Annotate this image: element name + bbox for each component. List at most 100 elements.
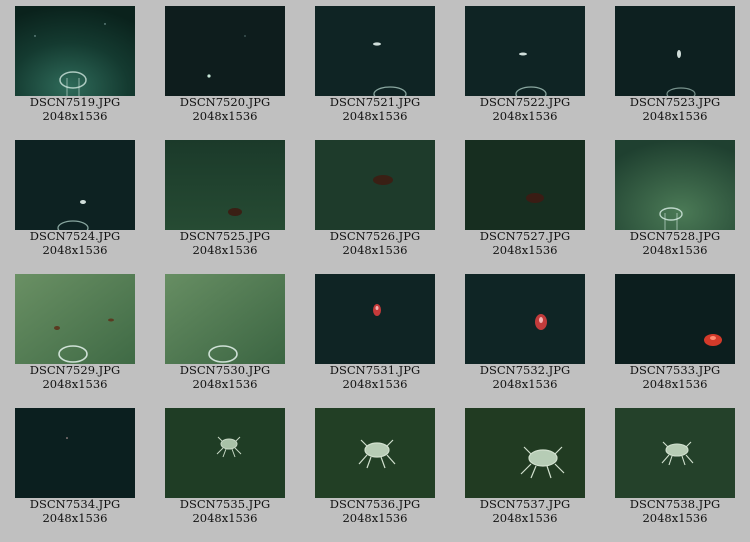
thumbnail-dimensions: 2048x1536 [642,109,708,123]
thumbnail-photo [315,6,435,96]
thumbnail-filename: DSCN7529.JPG [29,363,121,377]
thumbnail-filename: DSCN7537.JPG [479,497,571,511]
thumbnail-photo [465,408,585,498]
thumbnail-dimensions: 2048x1536 [492,377,558,391]
thumbnail-cell-dscn7534[interactable]: DSCN7534.JPG 2048x1536 [0,402,150,526]
thumbnail-filename: DSCN7534.JPG [29,497,121,511]
thumbnail-cell-dscn7524[interactable]: DSCN7524.JPG 2048x1536 [0,134,150,258]
thumbnail-photo [615,140,735,230]
thumbnail-image[interactable] [465,140,585,230]
thumbnail-filename: DSCN7531.JPG [329,363,421,377]
thumbnail-image[interactable] [15,274,135,364]
thumbnail-photo [465,6,585,96]
thumbnail-cell-dscn7533[interactable]: DSCN7533.JPG 2048x1536 [600,268,750,392]
thumbnail-dimensions: 2048x1536 [192,377,258,391]
thumbnail-cell-dscn7523[interactable]: DSCN7523.JPG 2048x1536 [600,0,750,124]
thumbnail-dimensions: 2048x1536 [642,511,708,525]
thumbnail-photo [465,274,585,364]
thumbnail-cell-dscn7532[interactable]: DSCN7532.JPG 2048x1536 [450,268,600,392]
thumbnail-filename: DSCN7526.JPG [329,229,421,243]
thumbnail-filename: DSCN7519.JPG [29,95,121,109]
thumbnail-filename: DSCN7521.JPG [329,95,421,109]
thumbnail-dimensions: 2048x1536 [42,109,108,123]
thumbnail-image[interactable] [465,6,585,96]
thumbnail-filename: DSCN7524.JPG [29,229,121,243]
thumbnail-image[interactable] [165,6,285,96]
thumbnail-cell-dscn7536[interactable]: DSCN7536.JPG 2048x1536 [300,402,450,526]
thumbnail-photo [15,408,135,498]
thumbnail-image[interactable] [315,408,435,498]
thumbnail-dimensions: 2048x1536 [492,243,558,257]
thumbnail-cell-dscn7535[interactable]: DSCN7535.JPG 2048x1536 [150,402,300,526]
thumbnail-filename: DSCN7523.JPG [629,95,721,109]
thumbnail-image[interactable] [465,274,585,364]
thumbnail-image[interactable] [465,408,585,498]
thumbnail-filename: DSCN7528.JPG [629,229,721,243]
thumbnail-image[interactable] [165,140,285,230]
thumbnail-photo [165,140,285,230]
thumbnail-image[interactable] [165,274,285,364]
thumbnail-dimensions: 2048x1536 [342,109,408,123]
thumbnail-image[interactable] [315,6,435,96]
thumbnail-cell-dscn7525[interactable]: DSCN7525.JPG 2048x1536 [150,134,300,258]
thumbnail-filename: DSCN7520.JPG [179,95,271,109]
thumbnail-cell-dscn7521[interactable]: DSCN7521.JPG 2048x1536 [300,0,450,124]
thumbnail-dimensions: 2048x1536 [342,243,408,257]
thumbnail-cell-dscn7522[interactable]: DSCN7522.JPG 2048x1536 [450,0,600,124]
thumbnail-cell-dscn7530[interactable]: DSCN7530.JPG 2048x1536 [150,268,300,392]
thumbnail-dimensions: 2048x1536 [642,377,708,391]
thumbnail-cell-dscn7537[interactable]: DSCN7537.JPG 2048x1536 [450,402,600,526]
thumbnail-cell-dscn7529[interactable]: DSCN7529.JPG 2048x1536 [0,268,150,392]
thumbnail-filename: DSCN7525.JPG [179,229,271,243]
thumbnail-cell-dscn7531[interactable]: DSCN7531.JPG 2048x1536 [300,268,450,392]
thumbnail-photo [615,274,735,364]
thumbnail-dimensions: 2048x1536 [492,511,558,525]
thumbnail-dimensions: 2048x1536 [42,377,108,391]
thumbnail-image[interactable] [315,140,435,230]
thumbnail-filename: DSCN7527.JPG [479,229,571,243]
thumbnail-filename: DSCN7533.JPG [629,363,721,377]
thumbnail-cell-dscn7528[interactable]: DSCN7528.JPG 2048x1536 [600,134,750,258]
thumbnail-filename: DSCN7522.JPG [479,95,571,109]
thumbnail-photo [15,274,135,364]
thumbnail-filename: DSCN7535.JPG [179,497,271,511]
thumbnail-filename: DSCN7530.JPG [179,363,271,377]
thumbnail-photo [15,6,135,96]
thumbnail-dimensions: 2048x1536 [192,109,258,123]
thumbnail-image[interactable] [615,140,735,230]
thumbnail-dimensions: 2048x1536 [42,243,108,257]
thumbnail-photo [165,274,285,364]
thumbnail-photo [165,6,285,96]
thumbnail-gallery: DSCN7519.JPG 2048x1536 DSCN7520.JPG 2048… [0,0,750,542]
thumbnail-image[interactable] [615,274,735,364]
thumbnail-dimensions: 2048x1536 [192,511,258,525]
thumbnail-cell-dscn7538[interactable]: DSCN7538.JPG 2048x1536 [600,402,750,526]
thumbnail-filename: DSCN7536.JPG [329,497,421,511]
thumbnail-photo [15,140,135,230]
thumbnail-image[interactable] [315,274,435,364]
thumbnail-dimensions: 2048x1536 [342,377,408,391]
thumbnail-dimensions: 2048x1536 [492,109,558,123]
thumbnail-dimensions: 2048x1536 [192,243,258,257]
thumbnail-photo [615,6,735,96]
thumbnail-photo [465,140,585,230]
thumbnail-cell-dscn7527[interactable]: DSCN7527.JPG 2048x1536 [450,134,600,258]
thumbnail-cell-dscn7519[interactable]: DSCN7519.JPG 2048x1536 [0,0,150,124]
thumbnail-image[interactable] [15,408,135,498]
thumbnail-filename: DSCN7538.JPG [629,497,721,511]
thumbnail-dimensions: 2048x1536 [642,243,708,257]
thumbnail-photo [615,408,735,498]
thumbnail-image[interactable] [15,140,135,230]
thumbnail-filename: DSCN7532.JPG [479,363,571,377]
thumbnail-cell-dscn7520[interactable]: DSCN7520.JPG 2048x1536 [150,0,300,124]
thumbnail-photo [315,140,435,230]
thumbnail-cell-dscn7526[interactable]: DSCN7526.JPG 2048x1536 [300,134,450,258]
thumbnail-image[interactable] [165,408,285,498]
thumbnail-image[interactable] [15,6,135,96]
thumbnail-photo [315,274,435,364]
thumbnail-dimensions: 2048x1536 [42,511,108,525]
thumbnail-photo [165,408,285,498]
thumbnail-photo [315,408,435,498]
thumbnail-image[interactable] [615,6,735,96]
thumbnail-image[interactable] [615,408,735,498]
